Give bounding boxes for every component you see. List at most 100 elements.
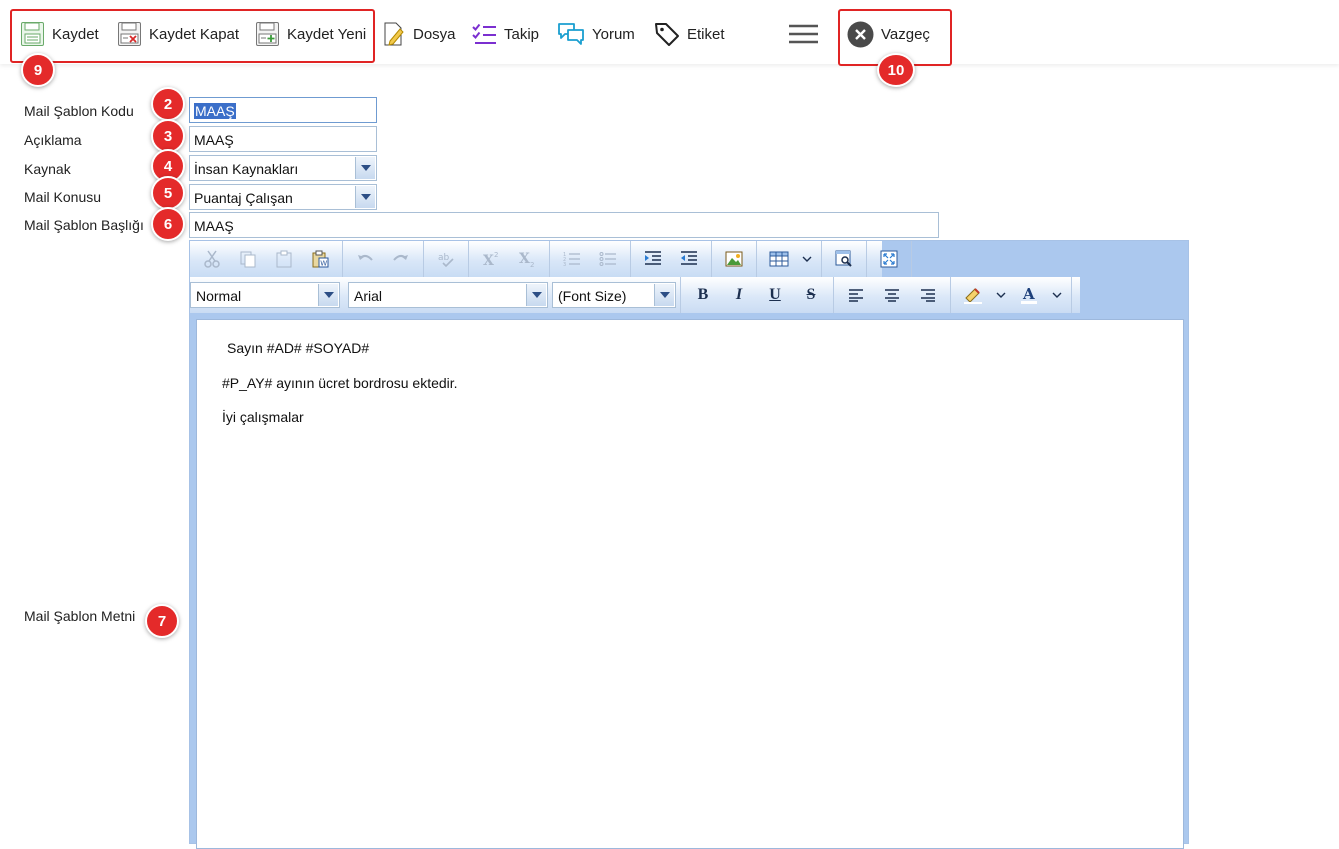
chevron-down-icon[interactable] bbox=[355, 157, 375, 179]
body-label: Mail Şablon Metni bbox=[24, 608, 136, 624]
title-value: MAAŞ bbox=[194, 218, 234, 234]
align-right-icon[interactable] bbox=[910, 280, 946, 310]
chevron-down-icon[interactable] bbox=[654, 284, 674, 306]
editor-content-area[interactable]: Sayın #AD# #SOYAD# #P_AY# ayının ücret b… bbox=[196, 319, 1184, 849]
history-group bbox=[343, 241, 424, 277]
checklist-icon bbox=[472, 23, 496, 44]
follow-button[interactable]: Takip bbox=[471, 16, 539, 52]
file-label: Dosya bbox=[413, 25, 456, 43]
editor-toolbar-row-2: Normal Arial (Font Size) B I U S A bbox=[190, 277, 1080, 313]
bold-icon[interactable]: B bbox=[685, 280, 721, 310]
list-group: 123 bbox=[550, 241, 631, 277]
font-size-value: (Font Size) bbox=[558, 288, 627, 304]
save-close-button[interactable]: Kaydet Kapat bbox=[117, 16, 239, 52]
badge-9: 9 bbox=[21, 53, 55, 87]
italic-icon[interactable]: I bbox=[721, 280, 757, 310]
align-center-icon[interactable] bbox=[874, 280, 910, 310]
save-new-button[interactable]: Kaydet Yeni bbox=[255, 16, 366, 52]
spellcheck-group: ab bbox=[424, 241, 469, 277]
preview-group bbox=[822, 241, 867, 277]
paste-icon[interactable] bbox=[266, 244, 302, 274]
format-value: Normal bbox=[196, 288, 242, 304]
save-close-label: Kaydet Kapat bbox=[149, 25, 240, 43]
svg-text:X: X bbox=[519, 251, 530, 267]
svg-text:2: 2 bbox=[530, 261, 534, 268]
image-group bbox=[712, 241, 757, 277]
font-color-icon[interactable]: A bbox=[1011, 280, 1047, 310]
svg-text:3: 3 bbox=[563, 262, 566, 268]
format-select[interactable]: Normal bbox=[190, 282, 340, 308]
redo-icon[interactable] bbox=[383, 244, 419, 274]
subject-label: Mail Konusu bbox=[24, 189, 102, 205]
rich-text-editor: W ab X2 X2 123 Normal Arial (Font Size) … bbox=[189, 240, 1189, 849]
subject-select[interactable]: Puantaj Çalışan bbox=[189, 184, 377, 210]
underline-icon[interactable]: U bbox=[757, 280, 793, 310]
chevron-down-icon[interactable] bbox=[355, 186, 375, 208]
chevron-down-icon[interactable] bbox=[318, 284, 338, 306]
spellcheck-icon[interactable]: ab bbox=[428, 244, 464, 274]
hamburger-menu-icon bbox=[789, 24, 818, 44]
code-value: MAAŞ bbox=[194, 103, 236, 119]
outdent-icon[interactable] bbox=[671, 244, 707, 274]
description-label: Açıklama bbox=[24, 132, 82, 148]
body-line-message: #P_AY# ayının ücret bordrosu ektedir. bbox=[222, 375, 458, 391]
subscript-icon[interactable]: X2 bbox=[509, 244, 545, 274]
file-button[interactable]: Dosya bbox=[382, 16, 456, 52]
bullet-list-icon[interactable] bbox=[590, 244, 626, 274]
description-input[interactable]: MAAŞ bbox=[189, 126, 377, 152]
cancel-button[interactable]: Vazgeç bbox=[847, 16, 930, 52]
save-button[interactable]: Kaydet bbox=[20, 16, 99, 52]
code-input[interactable]: MAAŞ bbox=[189, 97, 377, 123]
insert-image-icon[interactable] bbox=[716, 244, 752, 274]
subject-value: Puantaj Çalışan bbox=[194, 190, 293, 206]
clipboard-group: W bbox=[190, 241, 343, 277]
comment-icon bbox=[558, 23, 584, 45]
comment-button[interactable]: Yorum bbox=[557, 16, 635, 52]
chevron-down-icon[interactable] bbox=[797, 244, 817, 274]
text-style-group: B I U S bbox=[680, 277, 834, 313]
follow-label: Takip bbox=[504, 25, 540, 43]
color-group: A bbox=[951, 277, 1072, 313]
fullscreen-group bbox=[867, 241, 912, 277]
font-family-select[interactable]: Arial bbox=[348, 282, 548, 308]
chevron-down-icon[interactable] bbox=[991, 280, 1011, 310]
preview-icon[interactable] bbox=[826, 244, 862, 274]
source-value: İnsan Kaynakları bbox=[194, 161, 299, 177]
tag-icon bbox=[655, 23, 679, 46]
title-label: Mail Şablon Başlığı bbox=[24, 217, 144, 233]
undo-icon[interactable] bbox=[347, 244, 383, 274]
badge-3: 3 bbox=[151, 119, 185, 153]
tag-label: Etiket bbox=[687, 25, 725, 43]
body-line-greeting: Sayın #AD# #SOYAD# bbox=[227, 340, 370, 356]
chevron-down-icon[interactable] bbox=[1047, 280, 1067, 310]
align-group bbox=[834, 277, 951, 313]
tag-button[interactable]: Etiket bbox=[654, 16, 725, 52]
comment-label: Yorum bbox=[592, 25, 635, 43]
align-left-icon[interactable] bbox=[838, 280, 874, 310]
numbered-list-icon[interactable]: 123 bbox=[554, 244, 590, 274]
source-label: Kaynak bbox=[24, 161, 71, 177]
save-new-label: Kaydet Yeni bbox=[287, 25, 367, 43]
save-close-icon bbox=[118, 22, 141, 46]
menu-button[interactable] bbox=[788, 16, 826, 52]
title-input[interactable]: MAAŞ bbox=[189, 212, 939, 238]
svg-text:X: X bbox=[483, 253, 494, 268]
save-icon bbox=[21, 22, 44, 46]
font-size-select[interactable]: (Font Size) bbox=[552, 282, 676, 308]
superscript-icon[interactable]: X2 bbox=[473, 244, 509, 274]
copy-icon[interactable] bbox=[230, 244, 266, 274]
top-toolbar: Kaydet Kaydet Kapat Kaydet Yeni Dosya Ta… bbox=[0, 0, 1339, 64]
badge-2: 2 bbox=[151, 87, 185, 121]
highlight-color-icon[interactable] bbox=[955, 280, 991, 310]
fullscreen-icon[interactable] bbox=[871, 244, 907, 274]
cancel-label: Vazgeç bbox=[881, 25, 930, 43]
script-group: X2 X2 bbox=[469, 241, 550, 277]
badge-6: 6 bbox=[151, 207, 185, 241]
chevron-down-icon[interactable] bbox=[526, 284, 546, 306]
insert-table-icon[interactable] bbox=[761, 244, 797, 274]
cut-icon[interactable] bbox=[194, 244, 230, 274]
source-select[interactable]: İnsan Kaynakları bbox=[189, 155, 377, 181]
strikethrough-icon[interactable]: S bbox=[793, 280, 829, 310]
paste-word-icon[interactable]: W bbox=[302, 244, 338, 274]
indent-icon[interactable] bbox=[635, 244, 671, 274]
